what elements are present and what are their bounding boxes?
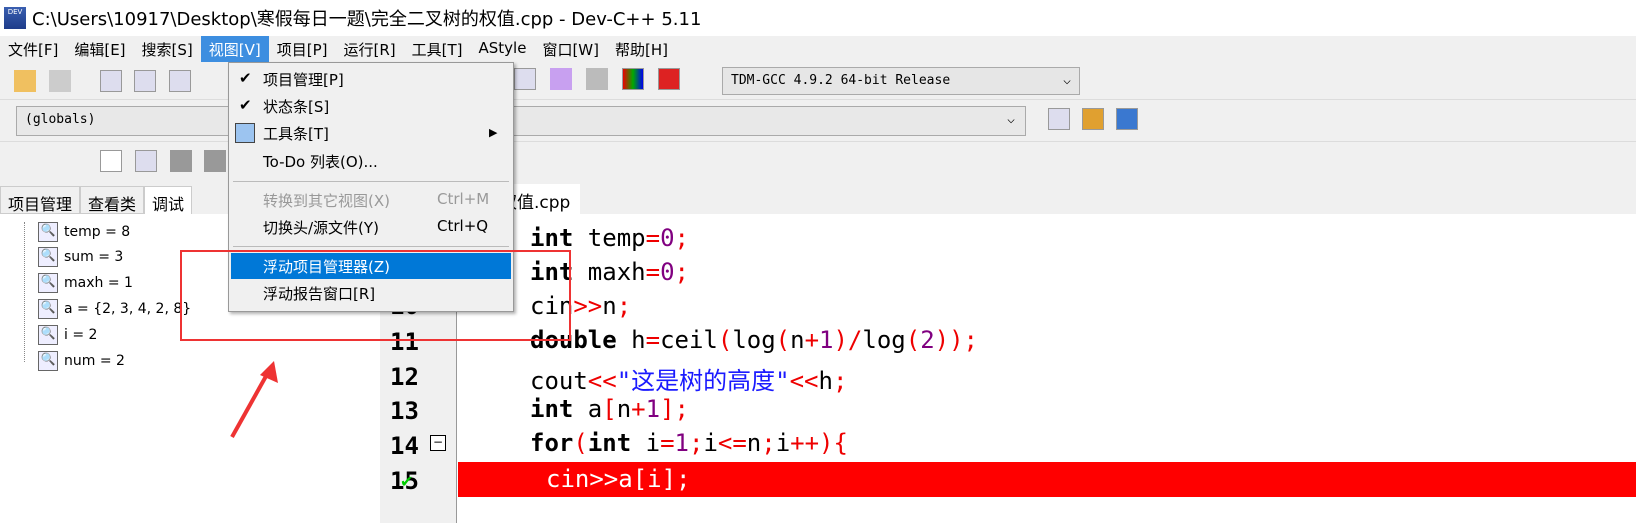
toolbar-toggle-icon[interactable] [169, 70, 192, 92]
compiler-value: TDM-GCC 4.9.2 64-bit Release [731, 73, 951, 88]
scope-select[interactable]: (globals) ⌵ [16, 106, 1026, 136]
menu-bar: 文件[F] 编辑[E] 搜索[S] 视图[V] 项目[P] 运行[R] 工具[T… [0, 36, 1636, 62]
check-icon: ✔ [239, 69, 252, 87]
menu-shortcut: Ctrl+Q [437, 217, 489, 235]
profile-chart-icon[interactable] [622, 68, 644, 90]
scope-value: (globals) [25, 112, 96, 127]
watch-icon: 🔍 [38, 247, 58, 267]
watch-icon: 🔍 [38, 299, 58, 319]
menu-item-label: 项目管理[P] [263, 71, 344, 89]
code-line: for(int i=1;i<=n;i++){ [530, 429, 848, 457]
menu-search[interactable]: 搜索[S] [134, 36, 201, 62]
line-number: 12 [390, 363, 419, 391]
chevron-down-icon: ⌵ [1007, 112, 1015, 127]
title-bar: DEV C:\Users\10917\Desktop\寒假每日一题\完全二叉树的… [0, 0, 1636, 36]
code-line: cout<<"这是树的高度"<<h; [530, 367, 848, 395]
watch-icon: 🔍 [38, 273, 58, 293]
menu-run[interactable]: 运行[R] [335, 36, 403, 62]
watch-item[interactable]: 🔍 a = {2, 3, 4, 2, 8} [38, 299, 191, 319]
menu-item-label: To-Do 列表(O)... [263, 153, 378, 171]
watch-label: i = 2 [64, 327, 98, 343]
menu-item-project-manager[interactable]: ✔ 项目管理[P] [231, 66, 511, 92]
watch-item[interactable]: 🔍 temp = 8 [38, 222, 130, 242]
menu-item-label: 切换头/源文件(Y) [263, 219, 379, 237]
find-icon[interactable] [99, 70, 122, 92]
delete-profile-icon[interactable] [658, 68, 680, 90]
menu-separator [233, 181, 509, 182]
submenu-arrow-icon: ▶ [489, 126, 498, 139]
watermark: https://blog.csdn.net/sweetqp [1417, 499, 1626, 515]
stop-icon[interactable] [586, 68, 608, 90]
save-all-icon[interactable] [204, 150, 227, 172]
menu-item-label: 转换到其它视图(X) [263, 192, 390, 210]
watch-label: a = {2, 3, 4, 2, 8} [64, 301, 192, 317]
breakpoint-check-icon: ✔ [400, 472, 414, 491]
menu-project[interactable]: 项目[P] [269, 36, 336, 62]
add-to-project-icon[interactable] [1082, 108, 1104, 130]
tab-classes[interactable]: 查看类 [80, 186, 145, 214]
menu-view[interactable]: 视图[V] [200, 36, 269, 62]
watch-item[interactable]: 🔍 sum = 3 [38, 247, 123, 267]
compiler-select[interactable]: TDM-GCC 4.9.2 64-bit Release ⌵ [722, 67, 1080, 95]
watch-item[interactable]: 🔍 num = 2 [38, 351, 125, 371]
goto-declaration-icon[interactable] [1048, 108, 1070, 130]
menu-item-toolbars[interactable]: 工具条[T] ▶ [231, 120, 511, 146]
watch-label: temp = 8 [64, 224, 131, 240]
code-line-error: cin>>a[i]; [546, 465, 691, 493]
menu-item-label: 工具条[T] [263, 125, 329, 143]
line-number: 14 [390, 432, 419, 460]
code-line: int temp=0; [530, 224, 689, 252]
menu-file[interactable]: 文件[F] [0, 36, 66, 62]
menu-item-todo-list[interactable]: To-Do 列表(O)... [231, 148, 511, 174]
code-line: int a[n+1]; [530, 395, 689, 423]
new-file-icon[interactable] [100, 150, 122, 172]
menu-shortcut: Ctrl+M [437, 190, 490, 208]
menu-item-status-bar[interactable]: ✔ 状态条[S] [231, 93, 511, 119]
watch-label: num = 2 [64, 353, 125, 369]
tab-project[interactable]: 项目管理 [0, 186, 81, 214]
replace-icon[interactable] [134, 70, 157, 92]
watch-icon: 🔍 [38, 325, 58, 345]
menu-separator [233, 246, 509, 247]
menu-tools[interactable]: 工具[T] [404, 36, 471, 62]
class-toolbar-buttons [1044, 108, 1142, 130]
redo-icon[interactable] [48, 70, 71, 92]
bookmark-icon[interactable] [1116, 108, 1138, 130]
tab-debug[interactable]: 调试 [144, 186, 193, 214]
menu-edit[interactable]: 编辑[E] [66, 36, 133, 62]
chevron-down-icon: ⌵ [1063, 73, 1071, 88]
menu-help[interactable]: 帮助[H] [607, 36, 676, 62]
code-line: double h=ceil(log(n+1)/log(2)); [530, 326, 979, 354]
window-title: C:\Users\10917\Desktop\寒假每日一题\完全二叉树的权值.c… [32, 9, 702, 30]
annotation-box [180, 250, 571, 341]
watch-icon: 🔍 [38, 222, 58, 242]
watch-icon: 🔍 [38, 351, 58, 371]
undo-icon[interactable] [14, 70, 36, 92]
save-icon[interactable] [169, 150, 192, 172]
open-file-icon[interactable] [134, 150, 157, 172]
line-number: 13 [390, 397, 419, 425]
menu-item-switch-header-source[interactable]: 切换头/源文件(Y) Ctrl+Q [231, 214, 511, 240]
layout-icon[interactable] [514, 68, 536, 90]
app-icon: DEV [4, 7, 26, 29]
menu-astyle[interactable]: AStyle [471, 36, 535, 62]
watch-label: maxh = 1 [64, 275, 133, 291]
watch-item[interactable]: 🔍 i = 2 [38, 325, 97, 345]
toolbar-right [510, 68, 684, 90]
menu-window[interactable]: 窗口[W] [534, 36, 607, 62]
watch-item[interactable]: 🔍 maxh = 1 [38, 273, 133, 293]
annotation-arrow-icon [230, 361, 278, 438]
watch-label: sum = 3 [64, 249, 124, 265]
fold-collapse-icon[interactable]: − [430, 435, 446, 451]
toolbar-icon [235, 123, 255, 143]
menu-item-label: 状态条[S] [263, 98, 330, 116]
tree-line [24, 222, 25, 362]
check-icon: ✔ [239, 96, 252, 114]
menu-item-switch-view: 转换到其它视图(X) Ctrl+M [231, 187, 511, 213]
check-syntax-icon[interactable] [550, 68, 572, 90]
